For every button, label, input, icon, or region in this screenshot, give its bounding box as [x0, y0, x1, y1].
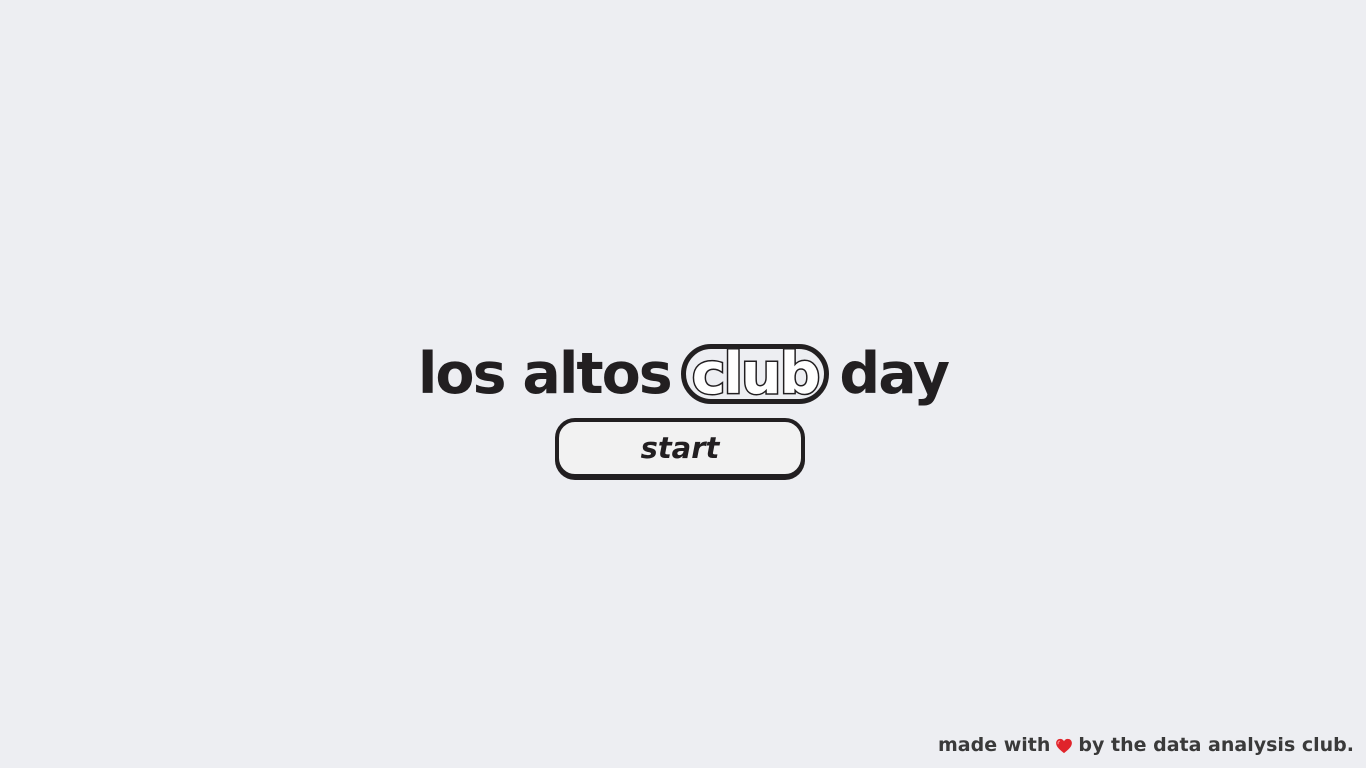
- title-text-los-altos: los altos: [417, 341, 673, 407]
- footer-suffix: by the data analysis club.: [1078, 734, 1354, 756]
- footer-credit: made with by the data analysis club.: [938, 734, 1354, 756]
- title-highlight-club: club: [680, 344, 830, 404]
- heart-icon: [1055, 737, 1073, 755]
- footer-prefix: made with: [938, 734, 1051, 756]
- start-button-label: start: [640, 431, 720, 465]
- page-title: los altos club day: [0, 336, 1366, 412]
- start-button[interactable]: start: [555, 418, 805, 478]
- title-text-day: day: [839, 341, 950, 407]
